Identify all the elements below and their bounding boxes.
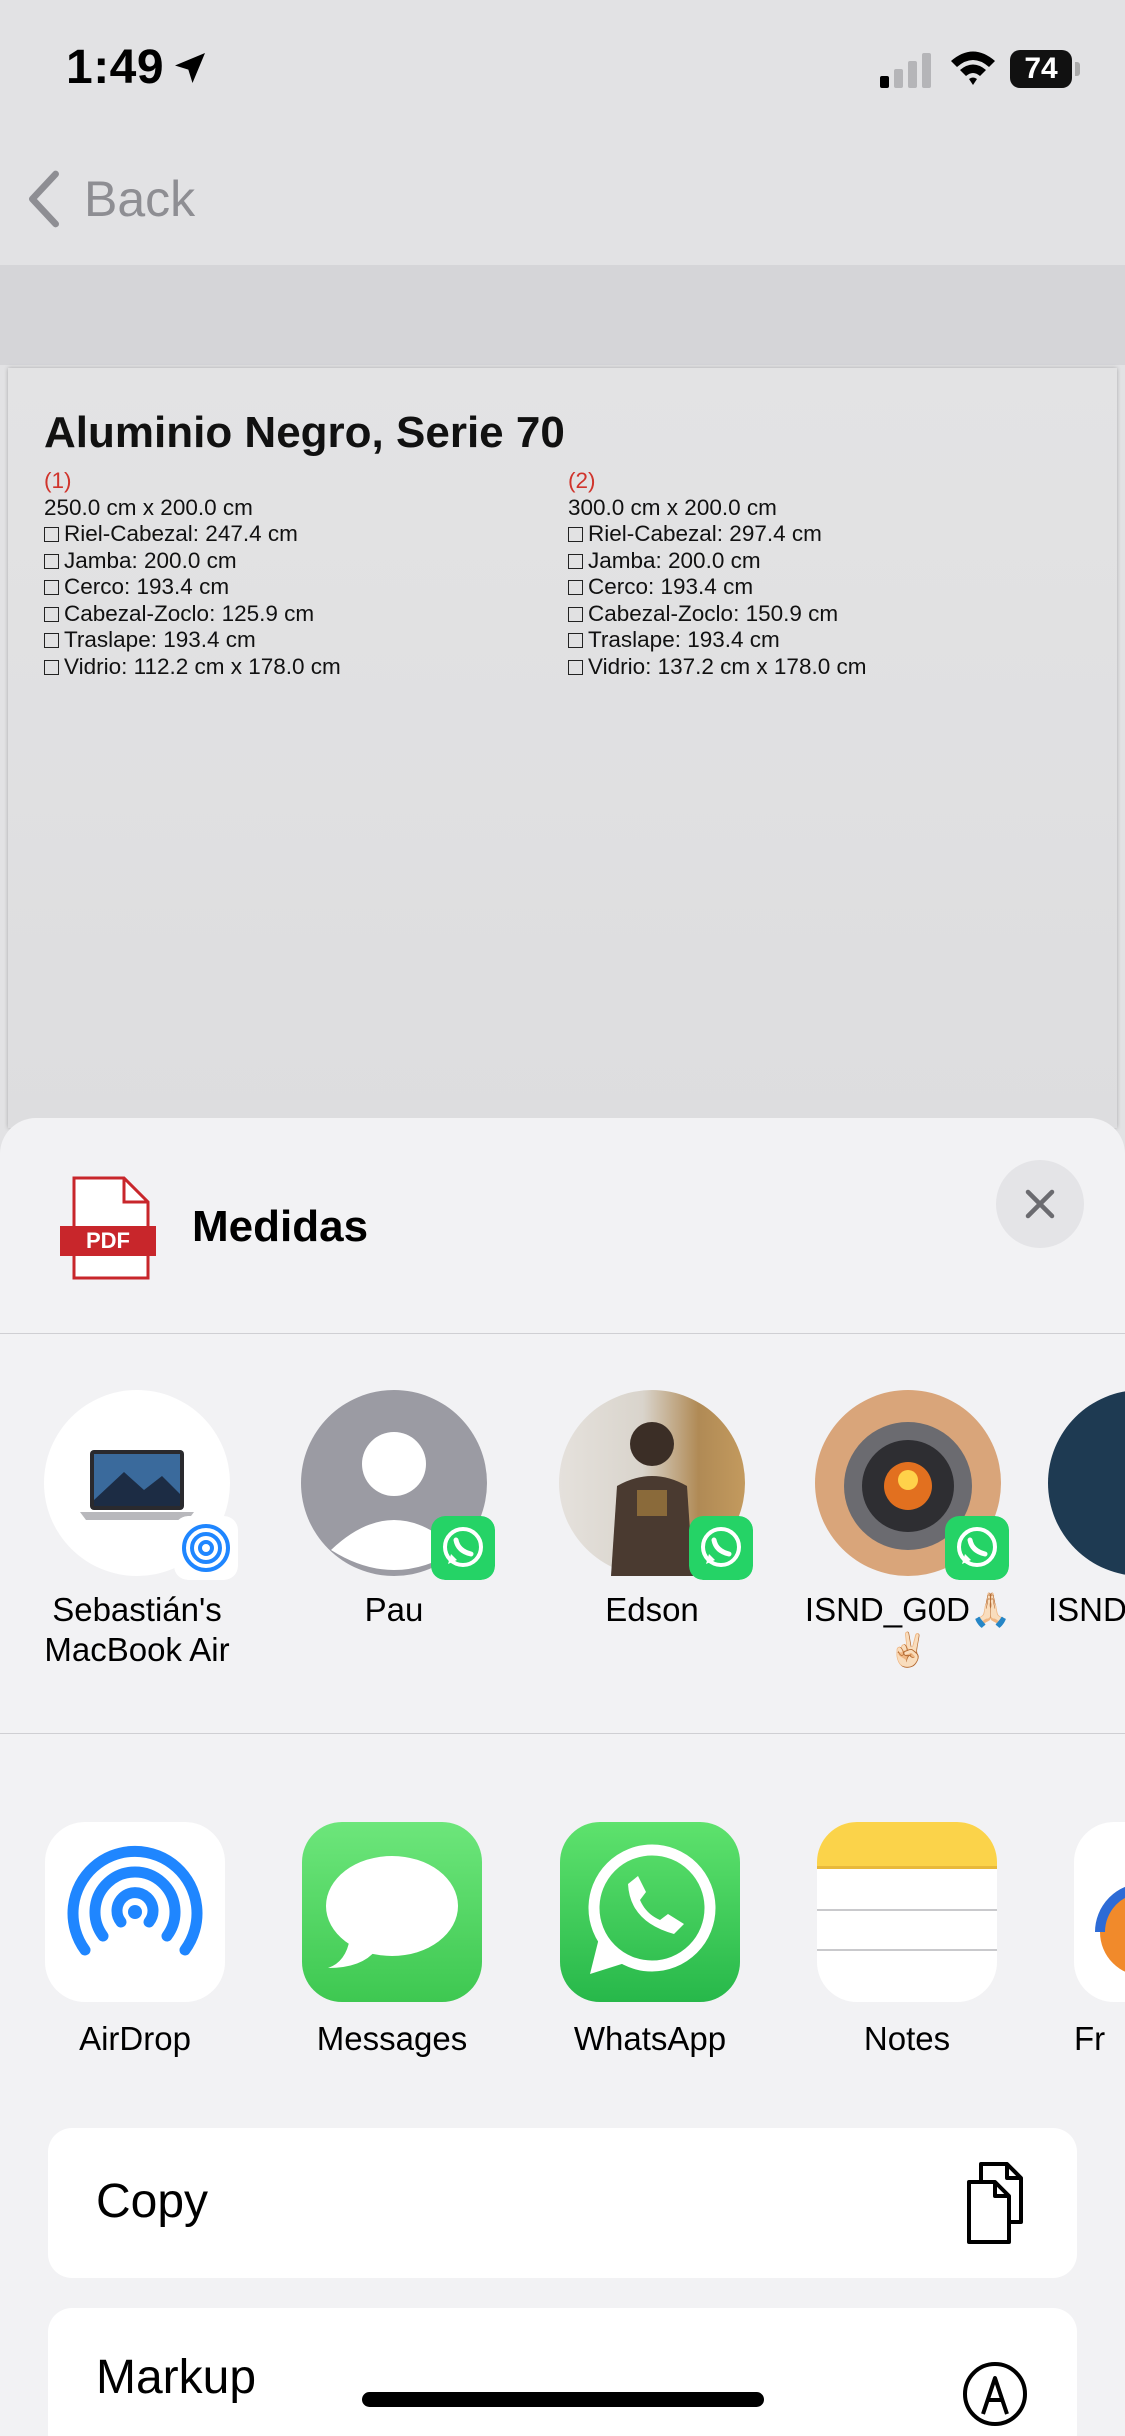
contact-edson[interactable]: Edson (532, 1390, 772, 1630)
contact-name: Edson (605, 1591, 699, 1628)
status-bar: 1:49 74 (0, 0, 1125, 140)
avatar (559, 1390, 753, 1580)
contact-name: ISND_G0D🙏🏻 (804, 1591, 1012, 1628)
share-sheet-header: PDF Medidas (0, 1118, 1125, 1334)
checkbox-icon (44, 606, 59, 622)
home-indicator (362, 2392, 764, 2407)
checkbox-icon (568, 633, 583, 648)
preview-background (0, 265, 1125, 365)
location-arrow-icon (175, 53, 205, 83)
contact-name-line2: MacBook Air (44, 1631, 230, 1668)
cellular-signal-icon (880, 53, 931, 88)
checkbox-icon (568, 659, 583, 675)
share-sheet: PDF Medidas Sebastián's MacBook Air Pau … (0, 1118, 1125, 2436)
battery-indicator: 74 (1010, 50, 1080, 88)
shared-document-name: Medidas (192, 1202, 369, 1251)
avatar (301, 1390, 495, 1580)
checkbox-icon (44, 553, 59, 569)
checklist-item: Vidrio: 137.2 cm x 178.0 cm (568, 654, 1088, 681)
status-time: 1:49 (66, 41, 165, 94)
checkbox-icon (568, 580, 583, 595)
whatsapp-badge-icon (689, 1516, 753, 1580)
checklist-item: Traslape: 193.4 cm (44, 627, 564, 654)
app-notes[interactable]: Notes (792, 1822, 1022, 2058)
markup-action[interactable]: Markup (48, 2308, 1077, 2436)
app-label: WhatsApp (573, 2020, 727, 2057)
whatsapp-badge-icon (431, 1516, 495, 1580)
checklist-item: Cabezal-Zoclo: 150.9 cm (568, 601, 1088, 628)
contact-name: ISND (1048, 1591, 1125, 1628)
measurement-column-1: (1) 250.0 cm x 200.0 cm Riel-Cabezal: 24… (44, 468, 564, 680)
notes-icon (817, 1822, 997, 2002)
item-size: 300.0 cm x 200.0 cm (568, 494, 777, 520)
navigation-bar: Back (0, 140, 1125, 265)
app-freeform[interactable]: Fr (1074, 1822, 1125, 2058)
checkbox-icon (568, 553, 583, 569)
checklist-item: Riel-Cabezal: 247.4 cm (44, 521, 564, 548)
checkbox-icon (44, 659, 59, 675)
checklist-item: Riel-Cabezal: 297.4 cm (568, 521, 1088, 548)
app-airdrop[interactable]: AirDrop (20, 1822, 250, 2058)
contact-name-line2: ✌🏻 (887, 1631, 929, 1668)
share-contacts-row: Sebastián's MacBook Air Pau Edson ISND_G… (0, 1334, 1125, 1734)
contact-name: Pau (364, 1591, 424, 1628)
app-label: Fr (1074, 2020, 1106, 2057)
battery-level: 74 (1010, 50, 1072, 88)
checklist-item: Traslape: 193.4 cm (568, 627, 1088, 654)
wifi-icon (951, 51, 995, 85)
svg-text:PDF: PDF (86, 1228, 130, 1253)
contact-name: Sebastián's (52, 1591, 222, 1628)
back-label: Back (84, 171, 196, 227)
avatar (44, 1390, 238, 1580)
airdrop-icon (45, 1822, 225, 2002)
app-messages[interactable]: Messages (277, 1822, 507, 2058)
airdrop-badge-icon (174, 1516, 238, 1580)
whatsapp-icon (560, 1822, 740, 2002)
contact-macbook[interactable]: Sebastián's MacBook Air (17, 1390, 257, 1670)
copy-action[interactable]: Copy (48, 2128, 1077, 2278)
checklist-item: Cabezal-Zoclo: 125.9 cm (44, 601, 564, 628)
app-label: Notes (863, 2020, 951, 2057)
checkbox-icon (44, 527, 59, 542)
messages-icon (302, 1822, 482, 2002)
markup-icon (963, 2362, 1027, 2426)
app-label: Messages (316, 2020, 468, 2057)
back-button[interactable]: Back (24, 164, 195, 234)
action-label: Markup (96, 2351, 257, 2404)
measurement-column-2: (2) 300.0 cm x 200.0 cm Riel-Cabezal: 29… (568, 468, 1088, 680)
contact-isnd[interactable]: ISND (1048, 1390, 1125, 1630)
pdf-file-icon: PDF (60, 1176, 156, 1280)
avatar (815, 1390, 1009, 1580)
checkbox-icon (568, 606, 583, 622)
avatar (1048, 1390, 1125, 1576)
checkbox-icon (44, 633, 59, 648)
action-label: Copy (96, 2175, 209, 2228)
chevron-left-icon (28, 170, 60, 228)
checklist-item: Jamba: 200.0 cm (44, 548, 564, 575)
whatsapp-badge-icon (945, 1516, 1009, 1580)
checklist-item: Jamba: 200.0 cm (568, 548, 1088, 575)
document-title: Aluminio Negro, Serie 70 (44, 408, 565, 457)
app-whatsapp[interactable]: WhatsApp (535, 1822, 765, 2058)
item-number: (2) (568, 468, 596, 493)
checklist-item: Cerco: 193.4 cm (44, 574, 564, 601)
contact-isnd-god[interactable]: ISND_G0D🙏🏻 ✌🏻 (788, 1390, 1028, 1670)
copy-icon (967, 2162, 1023, 2244)
close-icon (1025, 1189, 1055, 1219)
checkbox-icon (44, 580, 59, 595)
share-apps-row: AirDrop Messages WhatsApp Notes Fr (0, 1734, 1125, 2057)
checklist-item: Cerco: 193.4 cm (568, 574, 1088, 601)
close-button[interactable] (996, 1160, 1084, 1248)
contact-pau[interactable]: Pau (274, 1390, 514, 1630)
pdf-preview-page: Aluminio Negro, Serie 70 (1) 250.0 cm x … (8, 368, 1117, 1128)
freeform-icon (1074, 1822, 1125, 2002)
item-number: (1) (44, 468, 72, 493)
checkbox-icon (568, 527, 583, 542)
app-label: AirDrop (79, 2020, 191, 2057)
item-size: 250.0 cm x 200.0 cm (44, 494, 253, 520)
checklist-item: Vidrio: 112.2 cm x 178.0 cm (44, 654, 564, 681)
